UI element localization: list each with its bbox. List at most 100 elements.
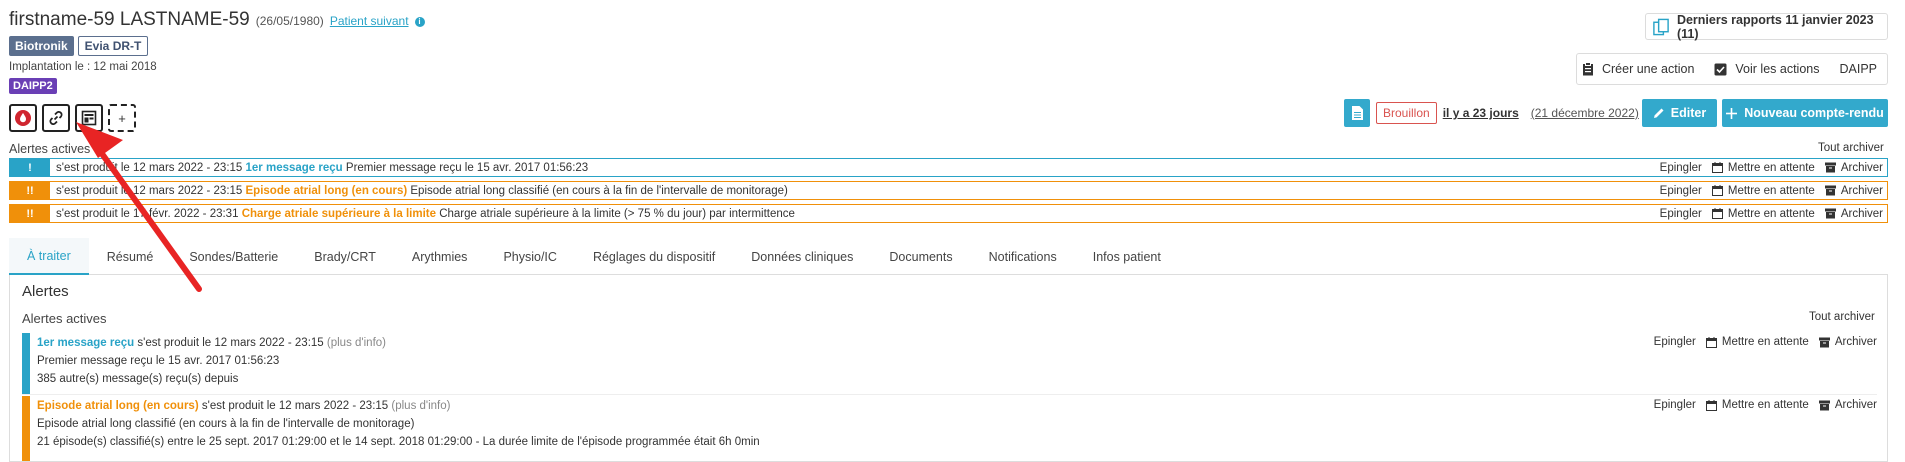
severity-indicator: !!: [10, 205, 50, 222]
calendar-icon: [1711, 162, 1723, 173]
tool-buttons: +: [9, 104, 136, 132]
alert-title[interactable]: Episode atrial long (en cours): [246, 185, 408, 197]
tab-reglages[interactable]: Réglages du dispositif: [575, 238, 733, 275]
wait-label: Mettre en attente: [1727, 184, 1815, 197]
alert-detail: Premier message reçu le 15 avr. 2017 01:…: [345, 161, 589, 174]
actions-toolbar: Créer une action Voir les actions DAIPP: [1576, 53, 1888, 85]
brand-badge: Biotronik: [9, 36, 74, 56]
draft-date-link[interactable]: (21 décembre 2022): [1531, 106, 1639, 120]
patient-header: firstname-59 LASTNAME-59 (26/05/1980) Pa…: [9, 9, 425, 31]
main-tabs: À traiter Résumé Sondes/Batterie Brady/C…: [9, 238, 1888, 275]
archive-label: Archiver: [1840, 207, 1883, 220]
calendar-icon: [1711, 185, 1723, 196]
view-actions-label: Voir les actions: [1735, 62, 1820, 76]
plus-icon: [1726, 107, 1738, 119]
alert-detail: Episode atrial long classifié (en cours …: [410, 184, 788, 197]
wait-button[interactable]: Mettre en attente: [1705, 399, 1809, 411]
alert-title[interactable]: Charge atriale supérieure à la limite: [242, 208, 436, 220]
active-alerts-heading: Alertes actives: [9, 142, 91, 156]
alert-when: s'est produit le 17 févr. 2022 - 23:31: [56, 207, 239, 220]
archive-all-button[interactable]: Tout archiver: [1818, 142, 1884, 154]
tab-physio-ic[interactable]: Physio/IC: [485, 238, 575, 275]
tab-resume[interactable]: Résumé: [89, 238, 172, 275]
alert-title[interactable]: 1er message reçu: [246, 162, 343, 174]
pin-button[interactable]: Epingler: [1660, 185, 1702, 197]
form-icon: [81, 110, 97, 126]
wait-button[interactable]: Mettre en attente: [1711, 161, 1815, 174]
alert-actions: Epingler Mettre en attente Archiver: [1660, 162, 1887, 174]
tab-infos-patient[interactable]: Infos patient: [1075, 238, 1179, 275]
tab-documents[interactable]: Documents: [871, 238, 970, 275]
archive-box-icon: [1818, 400, 1830, 410]
alert-actions: Epingler Mettre en attente Archiver: [1660, 208, 1887, 220]
alert-when: s'est produit le 12 mars 2022 - 23:15: [56, 161, 243, 174]
archive-button[interactable]: Archiver: [1818, 399, 1877, 411]
next-patient-link[interactable]: Patient suivant: [330, 14, 409, 28]
wait-label: Mettre en attente: [1727, 161, 1815, 174]
wait-button[interactable]: Mettre en attente: [1705, 336, 1809, 348]
alert-bar-2: !! s'est produit le 12 mars 2022 - 23:15…: [9, 181, 1888, 200]
tab-sondes-batterie[interactable]: Sondes/Batterie: [171, 238, 296, 275]
view-actions-button[interactable]: Voir les actions: [1714, 62, 1819, 76]
implant-date: Implantation le : 12 mai 2018: [9, 61, 157, 73]
wait-label: Mettre en attente: [1727, 207, 1815, 220]
draft-badge: Brouillon: [1376, 102, 1437, 124]
link-button[interactable]: [42, 104, 70, 132]
alert-text: s'est produit le 12 mars 2022 - 23:15 Ep…: [50, 185, 1660, 197]
wait-button[interactable]: Mettre en attente: [1711, 207, 1815, 220]
alert-card-when: s'est produit le 12 mars 2022 - 23:15: [137, 337, 324, 349]
create-action-button[interactable]: Créer une action: [1582, 62, 1694, 76]
pin-button[interactable]: Epingler: [1660, 208, 1702, 220]
archive-button[interactable]: Archiver: [1824, 185, 1883, 197]
archive-button[interactable]: Archiver: [1824, 207, 1883, 220]
pin-button[interactable]: Epingler: [1660, 162, 1702, 174]
pin-button[interactable]: Epingler: [1654, 399, 1696, 411]
severity-indicator: !: [10, 159, 50, 176]
pencil-icon: [1653, 108, 1664, 118]
archive-box-icon: [1824, 162, 1836, 173]
alert-card-2: Episode atrial long (en cours) s'est pro…: [22, 396, 1877, 461]
archive-label: Archiver: [1834, 399, 1877, 411]
pin-button[interactable]: Epingler: [1654, 336, 1696, 348]
report-form-button[interactable]: [75, 104, 103, 132]
info-icon[interactable]: i: [414, 17, 425, 27]
archive-box-icon: [1818, 337, 1830, 347]
alert-card-actions: Epingler Mettre en attente Archiver: [1654, 336, 1877, 348]
alert-text: s'est produit le 17 févr. 2022 - 23:31 C…: [50, 208, 1660, 220]
alert-card-title[interactable]: 1er message reçu: [37, 337, 134, 349]
add-tool-button[interactable]: +: [108, 104, 136, 132]
tab-brady-crt[interactable]: Brady/CRT: [296, 238, 394, 275]
draft-status: Brouillon il y a 23 jours (21 décembre 2…: [1344, 99, 1639, 127]
alerts-panel: Alertes Alertes actives Tout archiver 1e…: [9, 275, 1888, 462]
latest-reports-button[interactable]: Derniers rapports 11 janvier 2023 (11): [1645, 13, 1888, 41]
blood-drop-icon: [15, 110, 31, 126]
draft-ago-link[interactable]: il y a 23 jours: [1443, 106, 1519, 120]
archive-button[interactable]: Archiver: [1824, 162, 1883, 174]
alert-card-title[interactable]: Episode atrial long (en cours): [37, 400, 199, 412]
archive-button[interactable]: Archiver: [1818, 336, 1877, 348]
tab-arythmies[interactable]: Arythmies: [394, 238, 486, 275]
archive-box-icon: [1824, 185, 1836, 196]
patient-name: firstname-59 LASTNAME-59: [9, 9, 250, 30]
blood-drop-button[interactable]: [9, 104, 37, 132]
model-badge: Evia DR-T: [77, 36, 149, 56]
tab-donnees-cliniques[interactable]: Données cliniques: [733, 238, 871, 275]
new-report-button[interactable]: Nouveau compte-rendu: [1722, 99, 1888, 127]
panel-archive-all-button[interactable]: Tout archiver: [1809, 311, 1875, 323]
alert-card-1: 1er message reçu s'est produit le 12 mar…: [22, 333, 1877, 395]
more-info-link[interactable]: (plus d'info): [327, 337, 386, 349]
edit-button[interactable]: Editer: [1642, 99, 1717, 127]
severity-indicator: !!: [10, 182, 50, 199]
more-info-link[interactable]: (plus d'info): [391, 400, 450, 412]
panel-subtitle: Alertes actives: [22, 311, 107, 326]
alert-card-line2: Episode atrial long classifié (en cours …: [37, 418, 415, 430]
document-button[interactable]: [1344, 99, 1370, 127]
wait-label: Mettre en attente: [1721, 336, 1809, 348]
copy-docs-icon: [1653, 18, 1669, 35]
alert-bar-1: ! s'est produit le 12 mars 2022 - 23:15 …: [9, 158, 1888, 177]
tab-notifications[interactable]: Notifications: [971, 238, 1075, 275]
wait-button[interactable]: Mettre en attente: [1711, 184, 1815, 197]
daipp-link[interactable]: DAIPP: [1839, 62, 1877, 76]
checkbox-icon: [1714, 63, 1727, 75]
tab-a-traiter[interactable]: À traiter: [9, 238, 89, 275]
